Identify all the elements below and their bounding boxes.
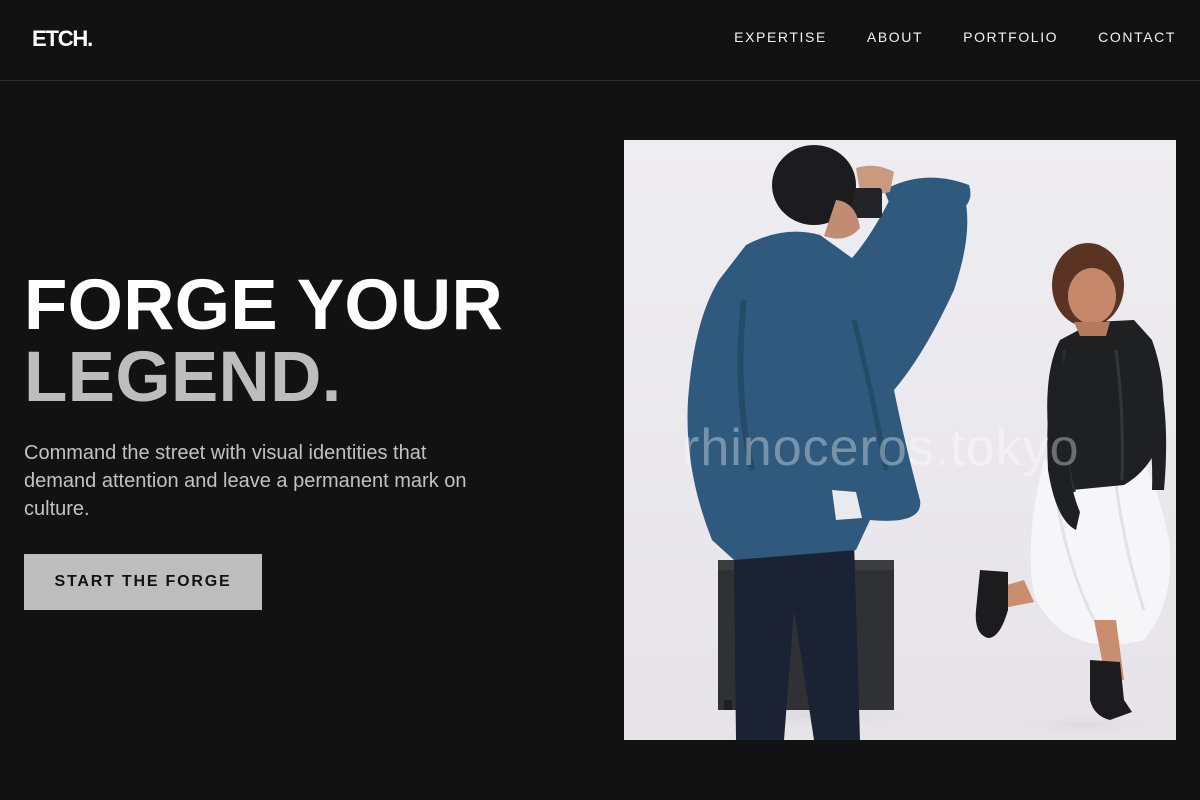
logo[interactable]: ETCH. [32,26,93,52]
hero-title: FORGE YOUR LEGEND. [24,270,503,414]
hero-title-line2: LEGEND. [24,338,342,417]
nav-link-contact[interactable]: CONTACT [1098,29,1176,45]
hero-photo: rhinoceros.tokyo [624,140,1176,740]
start-the-forge-button[interactable]: START THE FORGE [24,554,262,610]
hero-subtitle: Command the street with visual identitie… [24,442,467,520]
photo-watermark: rhinoceros.tokyo [682,419,1080,477]
site-header: ETCH. EXPERTISE ABOUT PORTFOLIO CONTACT [0,0,1200,81]
nav-link-portfolio[interactable]: PORTFOLIO [963,29,1058,45]
main-nav: EXPERTISE ABOUT PORTFOLIO CONTACT [734,29,1176,45]
nav-link-expertise[interactable]: EXPERTISE [734,29,827,45]
hero-title-line1: FORGE YOUR [24,266,504,345]
nav-link-about[interactable]: ABOUT [867,29,923,45]
